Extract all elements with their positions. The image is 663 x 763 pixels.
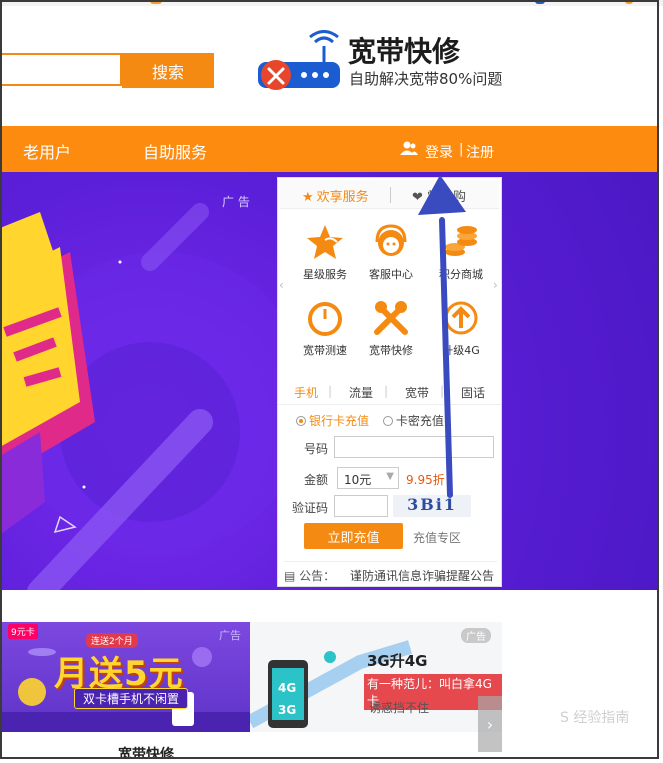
screenshot-border — [0, 0, 659, 759]
